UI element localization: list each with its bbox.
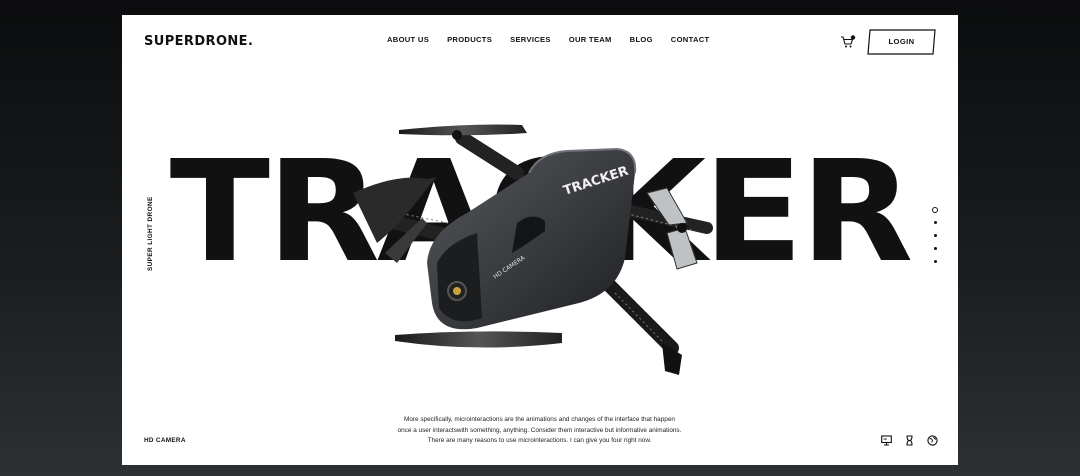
- description: More specifically, microinteractions are…: [362, 415, 717, 447]
- footer-icons: [881, 433, 938, 446]
- slide-dot-5[interactable]: [933, 260, 937, 263]
- nav-item-about-us[interactable]: ABOUT US: [387, 35, 429, 44]
- slide-dot-4[interactable]: [933, 247, 937, 250]
- feature-label: HD CAMERA: [144, 437, 186, 444]
- cart-icon[interactable]: [840, 35, 856, 49]
- globe-icon[interactable]: [927, 433, 938, 446]
- login-label: LOGIN: [888, 37, 915, 46]
- logo[interactable]: SUPERDRONE.: [144, 34, 253, 49]
- slide-dot-3[interactable]: [933, 234, 937, 237]
- description-line: More specifically, microinteractions are…: [404, 416, 675, 423]
- drone-image: TRACKER HD CAMERA: [353, 124, 713, 375]
- main-nav: ABOUT US PRODUCTS SERVICES OUR TEAM BLOG…: [387, 35, 709, 44]
- nav-item-our-team[interactable]: OUR TEAM: [569, 35, 612, 44]
- nav-item-services[interactable]: SERVICES: [510, 35, 551, 44]
- slide-pagination: [931, 207, 939, 273]
- nav-item-products[interactable]: PRODUCTS: [447, 35, 492, 44]
- nav-item-blog[interactable]: BLOG: [630, 35, 653, 44]
- login-button[interactable]: LOGIN: [867, 29, 936, 55]
- hourglass-icon[interactable]: [904, 433, 915, 446]
- nav-item-contact[interactable]: CONTACT: [671, 35, 710, 44]
- landing-page: SUPERDRONE. ABOUT US PRODUCTS SERVICES O…: [122, 15, 958, 465]
- monitor-icon[interactable]: [881, 433, 892, 446]
- slide-dot-2[interactable]: [933, 221, 937, 224]
- description-line: once a user interactswith something, any…: [397, 426, 682, 434]
- slide-dot-1[interactable]: [932, 207, 938, 213]
- description-line: There are many reasons to use microinter…: [427, 437, 652, 444]
